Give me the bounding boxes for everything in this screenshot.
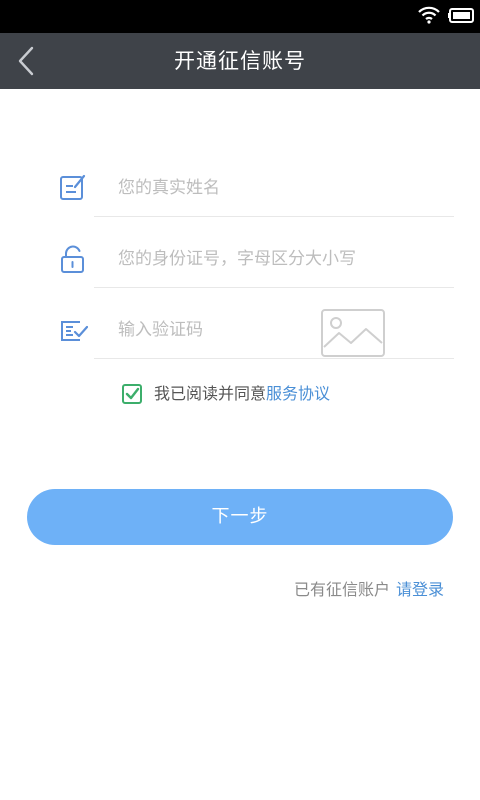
existing-account-text: 已有征信账户 <box>293 580 390 599</box>
name-field-row <box>0 160 480 218</box>
code-field-row <box>0 302 480 360</box>
wifi-icon <box>418 6 440 24</box>
nav-bar: 开通征信账号 <box>0 33 480 89</box>
id-field-row <box>0 231 480 289</box>
agreement-text: 我已阅读并同意服务协议 <box>154 381 330 407</box>
real-name-input[interactable] <box>118 170 418 206</box>
verification-code-input[interactable] <box>118 312 308 348</box>
login-link[interactable]: 请登录 <box>396 580 444 599</box>
verify-code-icon <box>61 321 88 341</box>
login-row: 已有征信账户 请登录 <box>294 578 444 602</box>
edit-document-icon <box>60 174 86 200</box>
id-number-input[interactable] <box>118 241 418 277</box>
battery-icon <box>448 8 474 23</box>
divider <box>94 216 454 217</box>
divider <box>94 358 454 359</box>
service-agreement-link[interactable]: 服务协议 <box>266 384 330 403</box>
agreement-label: 我已阅读并同意 <box>154 384 267 403</box>
captcha-image-icon[interactable] <box>321 309 385 357</box>
agreement-checkbox[interactable] <box>122 384 142 404</box>
divider <box>94 287 454 288</box>
unlock-icon <box>61 245 84 273</box>
page-title: 开通征信账号 <box>174 49 306 73</box>
status-bar <box>0 0 480 33</box>
next-step-button[interactable]: 下一步 <box>27 489 453 545</box>
